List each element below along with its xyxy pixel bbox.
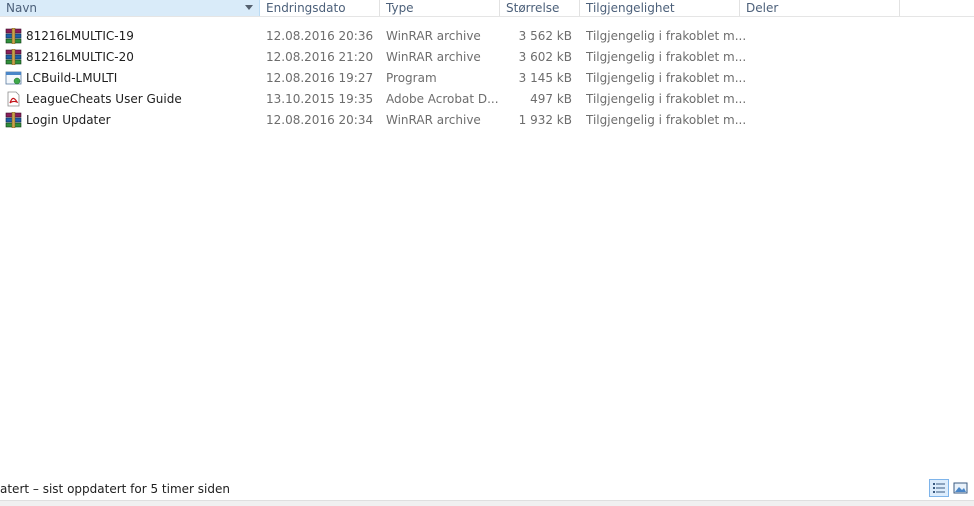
file-availability: Tilgjengelig i frakoblet m... [586,71,747,85]
program-icon [5,71,22,85]
large-icons-view-icon [953,482,968,494]
column-header-share[interactable]: Deler [740,0,900,16]
window-bottom-edge [0,500,974,506]
file-size: 497 kB [530,92,572,106]
column-header-name-label: Navn [6,1,38,15]
file-date: 12.08.2016 20:34 [266,113,374,127]
file-row[interactable]: 81216LMULTIC-19 12.08.2016 20:36 WinRAR … [0,26,974,47]
file-name: LCBuild-LMULTI [26,71,118,85]
details-view-button[interactable] [929,479,949,497]
file-date: 12.08.2016 19:27 [266,71,374,85]
sort-descending-icon[interactable] [245,5,253,10]
file-name: LeagueCheats User Guide [26,92,182,106]
file-row[interactable]: 81216LMULTIC-20 12.08.2016 21:20 WinRAR … [0,47,974,68]
file-size: 3 145 kB [518,71,572,85]
file-availability: Tilgjengelig i frakoblet m... [586,50,747,64]
winrar-archive-icon [5,28,22,44]
column-header-share-label: Deler [746,1,779,15]
large-icons-view-button[interactable] [951,479,971,497]
column-header-availability-label: Tilgjengelighet [586,1,675,15]
column-header-bar: Navn Endringsdato Type Størrelse Tilgjen… [0,0,974,17]
file-availability: Tilgjengelig i frakoblet m... [586,29,747,43]
status-bar: atert – sist oppdatert for 5 timer siden [0,480,974,500]
file-availability: Tilgjengelig i frakoblet m... [586,113,747,127]
column-header-availability[interactable]: Tilgjengelighet [580,0,740,16]
file-date: 13.10.2015 19:35 [266,92,374,106]
file-row[interactable]: LeagueCheats User Guide 13.10.2015 19:35… [0,89,974,110]
file-size: 3 562 kB [518,29,572,43]
details-view-icon [933,483,945,493]
file-name: 81216LMULTIC-20 [26,50,134,64]
file-type: Program [386,71,437,85]
file-row[interactable]: Login Updater 12.08.2016 20:34 WinRAR ar… [0,110,974,131]
file-type: WinRAR archive [386,113,481,127]
file-type: Adobe Acrobat D... [386,92,499,106]
file-size: 1 932 kB [518,113,572,127]
column-header-size[interactable]: Størrelse [500,0,580,16]
file-name: 81216LMULTIC-19 [26,29,134,43]
column-header-type[interactable]: Type [380,0,500,16]
winrar-archive-icon [5,49,22,65]
status-text: atert – sist oppdatert for 5 timer siden [0,482,230,496]
column-header-date-label: Endringsdato [266,1,346,15]
file-date: 12.08.2016 20:36 [266,29,374,43]
file-type: WinRAR archive [386,29,481,43]
winrar-archive-icon [5,112,22,128]
column-header-date[interactable]: Endringsdato [260,0,380,16]
file-type: WinRAR archive [386,50,481,64]
column-header-size-label: Størrelse [506,1,560,15]
file-name: Login Updater [26,113,111,127]
column-header-type-label: Type [386,1,414,15]
file-size: 3 602 kB [518,50,572,64]
column-header-name[interactable]: Navn [0,0,260,16]
file-row[interactable]: LCBuild-LMULTI 12.08.2016 19:27 Program … [0,68,974,89]
pdf-icon [7,91,20,107]
file-list: 81216LMULTIC-19 12.08.2016 20:36 WinRAR … [0,26,974,131]
file-availability: Tilgjengelig i frakoblet m... [586,92,747,106]
file-date: 12.08.2016 21:20 [266,50,374,64]
